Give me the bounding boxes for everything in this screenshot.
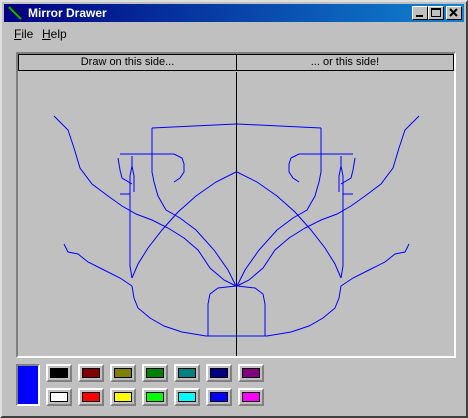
stroke-left [207, 285, 237, 336]
palette-swatch[interactable] [238, 364, 264, 382]
menu-help-label: elp [50, 27, 67, 41]
palette-swatch[interactable] [142, 388, 168, 406]
palette-swatch[interactable] [206, 388, 232, 406]
swatch-color [210, 368, 228, 378]
title-bar[interactable]: Mirror Drawer [4, 4, 464, 22]
menu-help[interactable]: Help [42, 27, 67, 41]
palette-swatch[interactable] [110, 388, 136, 406]
swatch-color [242, 392, 260, 402]
palette-swatch[interactable] [78, 388, 104, 406]
swatch-color [50, 392, 68, 402]
minimize-button[interactable] [412, 6, 428, 20]
menu-file[interactable]: File [14, 27, 33, 41]
swatch-color [146, 392, 164, 402]
close-icon [449, 8, 458, 17]
right-side-header: ... or this side! [236, 54, 454, 71]
palette-swatch[interactable] [46, 364, 72, 382]
window-title: Mirror Drawer [28, 6, 107, 20]
main-window: Mirror Drawer File Help Draw on this sid… [0, 0, 468, 418]
palette-swatch[interactable] [174, 388, 200, 406]
swatch-color [178, 392, 196, 402]
stroke-right [340, 243, 410, 287]
stroke-left [131, 171, 237, 279]
palette-swatch[interactable] [238, 388, 264, 406]
swatch-color [82, 368, 100, 378]
stroke-right [338, 165, 342, 192]
stroke-left [53, 115, 237, 287]
menu-file-label: ile [21, 27, 34, 41]
close-button[interactable] [446, 6, 462, 20]
maximize-button[interactable] [428, 6, 444, 20]
stroke-right [236, 123, 322, 129]
swatch-color [82, 392, 100, 402]
canvas-header: Draw on this side... ... or this side! [18, 54, 454, 72]
stroke-right [236, 128, 322, 287]
maximize-icon [431, 8, 441, 17]
current-color-swatch [16, 364, 40, 406]
minimize-icon [416, 15, 423, 17]
swatch-color [178, 368, 196, 378]
stroke-left [63, 243, 133, 287]
palette-swatch[interactable] [46, 388, 72, 406]
swatch-color [242, 368, 260, 378]
stroke-right [236, 115, 420, 287]
stroke-left [151, 128, 237, 287]
drawing-panel: Draw on this side... ... or this side! [16, 52, 456, 358]
palette-swatch[interactable] [142, 364, 168, 382]
palette-swatch[interactable] [110, 364, 136, 382]
menu-help-mnemonic: H [42, 27, 51, 41]
swatch-color [146, 368, 164, 378]
swatch-color [210, 392, 228, 402]
stroke-right [237, 285, 342, 337]
stroke-right [236, 171, 342, 279]
palette-swatch[interactable] [78, 364, 104, 382]
palette-swatch[interactable] [174, 364, 200, 382]
swatch-color [114, 392, 132, 402]
drawing-canvas[interactable] [18, 72, 454, 356]
stroke-right [236, 285, 266, 336]
left-side-header: Draw on this side... [18, 54, 237, 71]
stroke-left [131, 285, 236, 337]
swatch-color [50, 368, 68, 378]
swatch-color [114, 368, 132, 378]
stroke-left [131, 165, 135, 192]
palette-swatch[interactable] [206, 364, 232, 382]
pencil-icon [8, 6, 22, 20]
stroke-left [151, 123, 237, 129]
menu-bar: File Help [4, 24, 464, 42]
